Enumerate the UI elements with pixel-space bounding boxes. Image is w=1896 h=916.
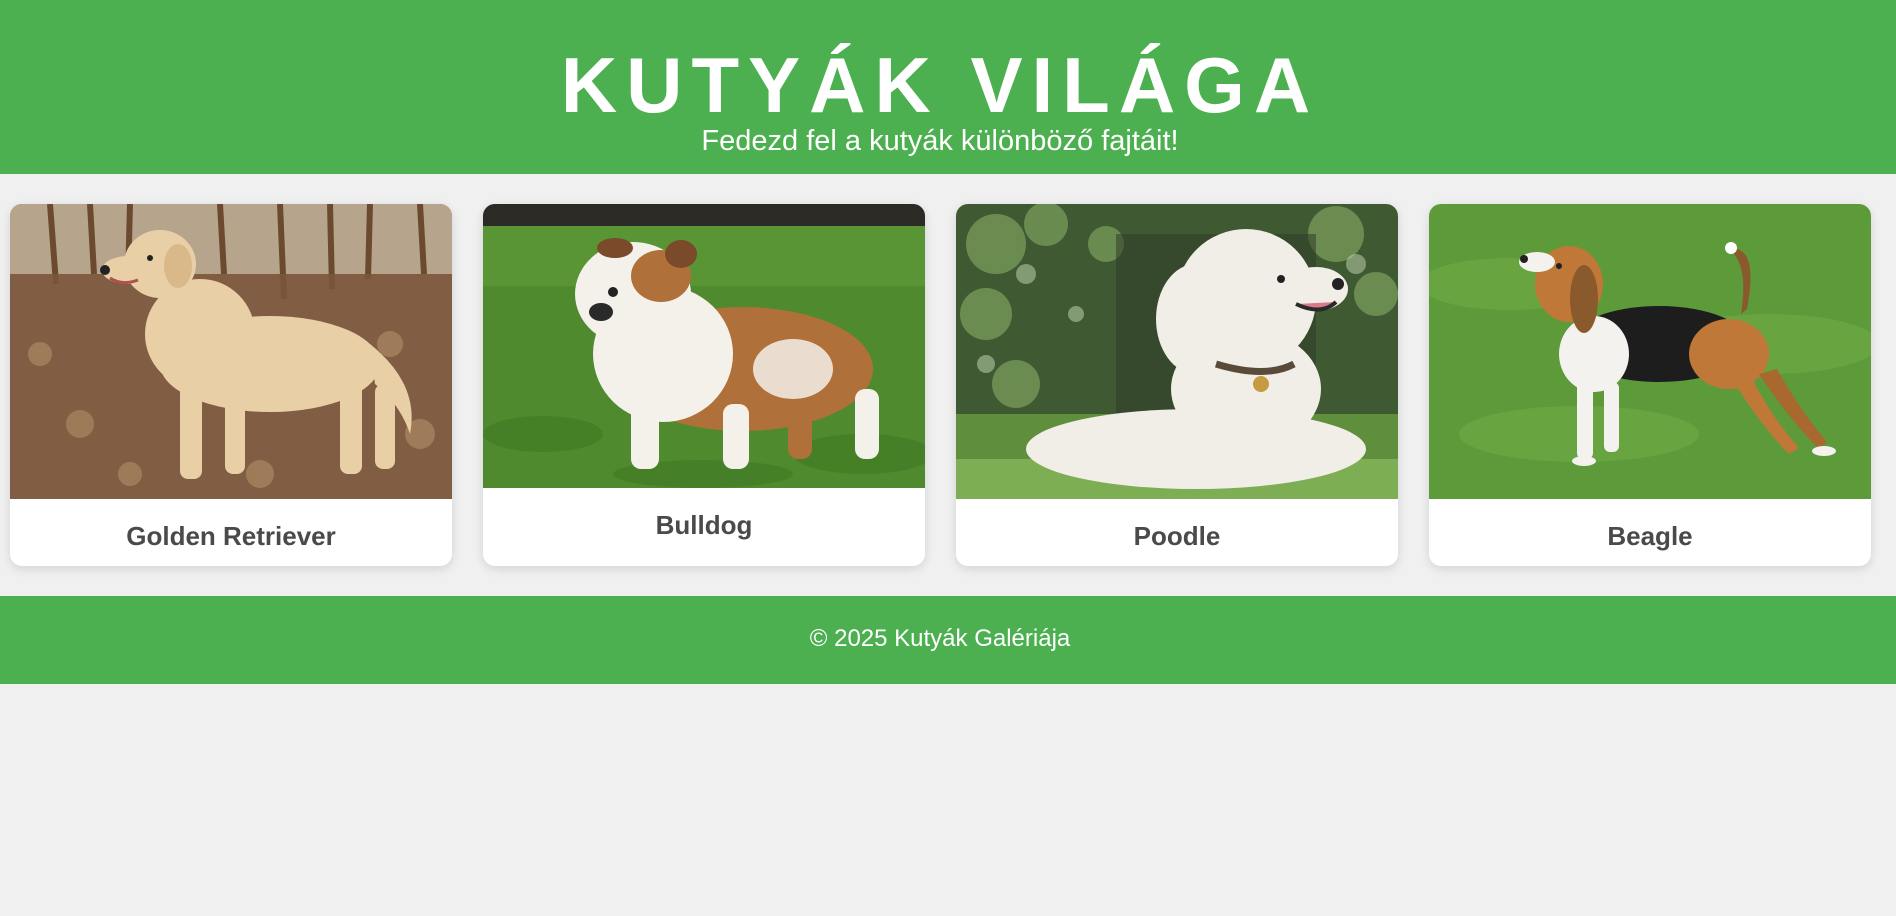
dog-gallery: Golden Retriever Bulldog Poodle Beagle bbox=[10, 204, 1872, 566]
page-subtitle: Fedezd fel a kutyák különböző fajtáit! bbox=[701, 125, 1179, 157]
golden-retriever-photo bbox=[10, 204, 452, 499]
dog-card-title: Beagle bbox=[1607, 521, 1693, 551]
dog-card-title: Golden Retriever bbox=[126, 521, 336, 551]
dog-card-poodle[interactable]: Poodle bbox=[956, 204, 1398, 566]
footer-copyright: © 2025 Kutyák Galériája bbox=[809, 625, 1071, 652]
site-header: KUTYÁK VILÁGA Fedezd fel a kutyák különb… bbox=[0, 0, 1896, 174]
site-footer: © 2025 Kutyák Galériája bbox=[0, 596, 1896, 684]
dog-card-bulldog[interactable]: Bulldog bbox=[483, 204, 925, 566]
dog-card-title: Bulldog bbox=[655, 510, 753, 540]
page-title: KUTYÁK VILÁGA bbox=[560, 41, 1320, 129]
poodle-photo bbox=[956, 204, 1398, 499]
beagle-photo bbox=[1429, 204, 1871, 499]
dog-card-golden-retriever[interactable]: Golden Retriever bbox=[10, 204, 452, 566]
bulldog-photo bbox=[483, 204, 925, 488]
dog-card-title: Poodle bbox=[1133, 521, 1221, 551]
dog-card-beagle[interactable]: Beagle bbox=[1429, 204, 1871, 566]
